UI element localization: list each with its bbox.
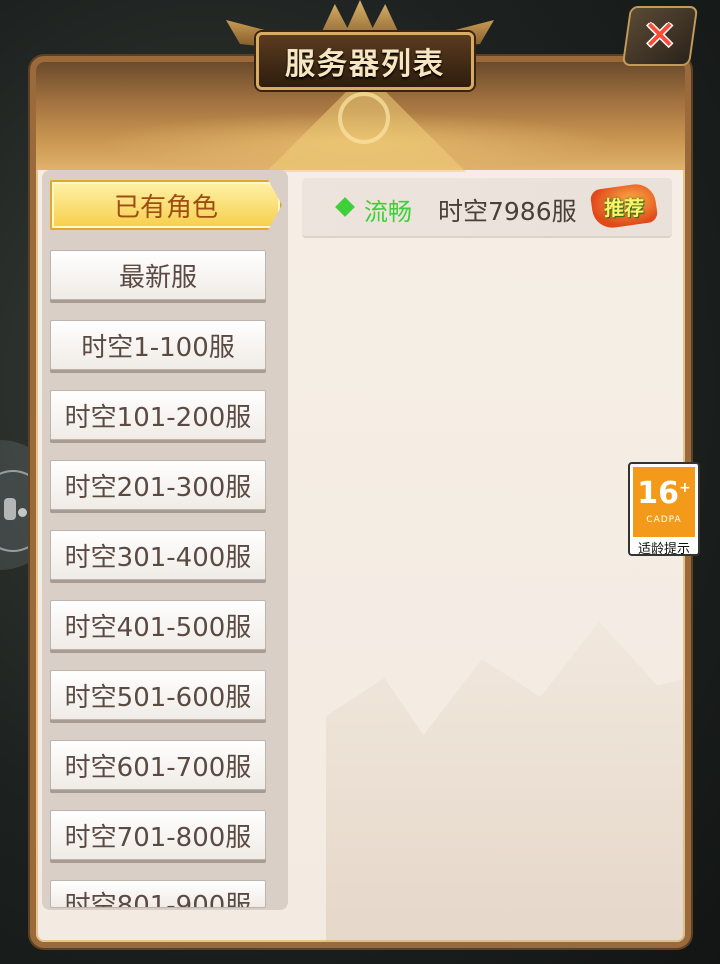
background-castle: [326, 621, 685, 942]
age-rating-badge[interactable]: 16+ CADPA 适龄提示: [628, 462, 700, 557]
page-title: 服务器列表: [256, 32, 474, 90]
sidebar-item-401-500[interactable]: 时空401-500服: [50, 600, 266, 650]
sidebar-item-101-200[interactable]: 时空101-200服: [50, 390, 266, 440]
age-number: 16: [637, 476, 679, 511]
sidebar-item-label: 时空201-300服: [64, 472, 252, 503]
sidebar-item-label: 时空801-900服: [64, 891, 252, 908]
close-icon: ✕: [643, 13, 677, 59]
server-status: 流畅: [364, 198, 412, 226]
close-button[interactable]: ✕: [621, 6, 699, 66]
age-rating-org: CADPA: [646, 515, 682, 525]
sidebar-item-701-800[interactable]: 时空701-800服: [50, 810, 266, 860]
sidebar-item-501-600[interactable]: 时空501-600服: [50, 670, 266, 720]
age-rating-label: 适龄提示: [637, 542, 690, 557]
sidebar-item-label: 时空1-100服: [81, 332, 235, 363]
sidebar-item-label: 已有角色: [113, 192, 218, 223]
banner-emblem: [338, 92, 390, 144]
sidebar-item-1-100[interactable]: 时空1-100服: [50, 320, 266, 370]
server-row[interactable]: 流畅 时空7986服 推荐: [302, 178, 672, 238]
gamepad-stick: [4, 498, 16, 520]
sidebar-item-label: 时空601-700服: [64, 752, 252, 783]
diamond-icon: [335, 197, 355, 217]
gamepad-button: [18, 508, 27, 517]
sidebar-item-label: 时空101-200服: [64, 402, 252, 433]
sidebar-item-newest[interactable]: 最新服: [50, 250, 266, 300]
age-plus: +: [679, 480, 691, 496]
sidebar-item-801-900[interactable]: 时空801-900服: [50, 880, 266, 908]
sidebar-item-601-700[interactable]: 时空601-700服: [50, 740, 266, 790]
age-rating-value: 16+: [637, 479, 690, 509]
recommend-badge-label: 推荐: [604, 195, 644, 220]
sidebar-item-label: 时空701-800服: [64, 822, 252, 853]
sidebar-item-301-400[interactable]: 时空301-400服: [50, 530, 266, 580]
recommend-badge: 推荐: [589, 181, 659, 231]
server-name: 时空7986服: [438, 197, 577, 226]
sidebar-item-201-300[interactable]: 时空201-300服: [50, 460, 266, 510]
server-group-sidebar[interactable]: 已有角色 最新服 时空1-100服 时空101-200服 时空201-300服 …: [42, 170, 288, 910]
sidebar-item-label: 最新服: [118, 262, 197, 293]
sidebar-item-label: 时空401-500服: [64, 612, 252, 643]
age-rating-box: 16+ CADPA: [633, 467, 695, 537]
sidebar-item-label: 时空501-600服: [64, 682, 252, 713]
sidebar-item-existing-roles[interactable]: 已有角色: [50, 180, 282, 230]
sidebar-item-label: 时空301-400服: [64, 542, 252, 573]
